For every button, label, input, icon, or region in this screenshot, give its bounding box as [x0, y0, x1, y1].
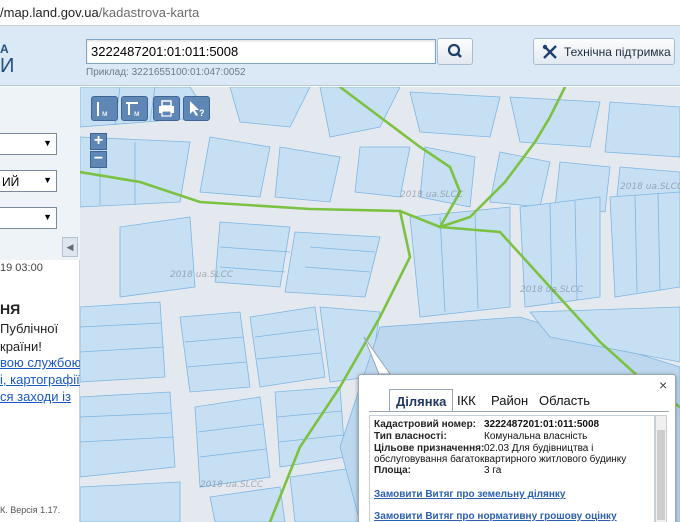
- svg-text:2018 ua.SLCC: 2018 ua.SLCC: [620, 182, 680, 192]
- tech-support-label: Технічна підтримка: [564, 45, 671, 59]
- svg-text:2018 ua.SLCC: 2018 ua.SLCC: [400, 190, 464, 200]
- news-text: країни!: [0, 339, 42, 354]
- tab-ikk[interactable]: ІКК: [451, 389, 482, 411]
- svg-text:м: м: [102, 109, 108, 118]
- news-link[interactable]: і, картографії: [0, 372, 80, 387]
- svg-text:2018 ua.SLCC: 2018 ua.SLCC: [170, 270, 234, 280]
- cadastral-number-label: Кадастровий номер:: [374, 419, 477, 430]
- news-date: 19 03:00: [0, 262, 43, 274]
- ownership-label: Тип власності:: [374, 431, 447, 442]
- layer-dropdown-2[interactable]: ИЙ ▼: [0, 170, 57, 192]
- tech-support-button[interactable]: Технічна підтримка: [533, 38, 675, 65]
- parcel-details: Кадастровий номер: 3222487201:01:011:500…: [369, 415, 655, 522]
- search-icon: [447, 43, 462, 58]
- dropdown-arrow-icon: ▼: [43, 138, 52, 148]
- measure-area-button[interactable]: м: [121, 96, 148, 121]
- measure-distance-button[interactable]: м: [91, 96, 118, 121]
- search-button[interactable]: [437, 38, 473, 65]
- tab-parcel[interactable]: Ділянка: [389, 389, 454, 411]
- order-parcel-extract-link[interactable]: Замовити Витяг про земельну ділянку: [374, 489, 565, 500]
- svg-text:2018 ua.SLCC: 2018 ua.SLCC: [520, 285, 584, 295]
- area-value: 3 га: [484, 465, 502, 476]
- order-valuation-extract-link[interactable]: Замовити Витяг про нормативну грошову оц…: [374, 511, 617, 522]
- dropdown-arrow-icon: ▼: [43, 212, 52, 222]
- identify-button[interactable]: ?: [183, 96, 210, 121]
- news-title: НЯ: [0, 301, 21, 317]
- logo-text-large: И: [0, 55, 15, 77]
- layer-dropdown-1[interactable]: ▼: [0, 133, 57, 155]
- layer-dropdown-3[interactable]: ▼: [0, 207, 57, 229]
- cadastral-number-value: 3222487201:01:011:5008: [484, 419, 600, 430]
- collapse-sidebar-button[interactable]: ◀: [62, 237, 78, 257]
- popup-scrollbar[interactable]: [655, 415, 667, 522]
- tab-underline: [369, 411, 669, 412]
- version-footer: К. Версія 1.17.: [0, 505, 61, 515]
- tab-region[interactable]: Область: [533, 389, 596, 411]
- svg-text:2018 ua.SLCC: 2018 ua.SLCC: [200, 480, 264, 490]
- sidebar: ▼ ИЙ ▼ ▼ ◀ 19 03:00 НЯ Публічної країни! …: [0, 87, 81, 522]
- news-link[interactable]: вою службою: [0, 355, 81, 370]
- logo-text: А: [0, 42, 9, 56]
- area-label: Площа:: [374, 465, 411, 476]
- cadastral-search-input[interactable]: [86, 39, 436, 64]
- zoom-out-button[interactable]: −: [90, 151, 107, 168]
- tools-icon: [542, 44, 557, 59]
- ownership-value: Комунальна власність: [484, 431, 588, 442]
- printer-icon: [159, 100, 174, 117]
- dropdown-arrow-icon: ▼: [43, 175, 52, 185]
- tab-district[interactable]: Район: [485, 389, 534, 411]
- purpose-value: 02.03 Для будівництва і: [484, 443, 594, 454]
- ruler-area-icon: м: [126, 102, 140, 118]
- news-text: Публічної: [0, 321, 59, 336]
- scrollbar-thumb[interactable]: [657, 430, 665, 520]
- svg-text:?: ?: [199, 108, 205, 118]
- browser-address-bar[interactable]: /map.land.gov.ua/kadastrova-karta: [0, 0, 680, 26]
- purpose-label: Цільове призначення:: [374, 443, 485, 454]
- url-host: /map.land.gov.ua: [0, 5, 99, 20]
- cadastral-map[interactable]: 2018 ua.SLCC 2018 ua.SLCC 2018 ua.SLCC 2…: [80, 87, 680, 522]
- site-header: А И Приклад: 3221655100:01:047:0052 Техн…: [0, 26, 680, 86]
- purpose-value-cont: обслуговування багатоквартирного житлово…: [374, 454, 627, 465]
- cursor-question-icon: ?: [190, 101, 205, 118]
- svg-text:м: м: [134, 109, 140, 118]
- zoom-in-button[interactable]: +: [90, 133, 107, 150]
- news-link[interactable]: ся заходи із: [0, 389, 76, 404]
- dropdown-value: ИЙ: [2, 175, 20, 189]
- search-example: Приклад: 3221655100:01:047:0052: [86, 67, 246, 78]
- ruler-distance-icon: м: [97, 102, 108, 118]
- parcel-info-popup: × Ділянка ІКК Район Область Кадастровий …: [358, 374, 676, 522]
- url-path: /kadastrova-karta: [98, 5, 200, 20]
- print-button[interactable]: [153, 96, 180, 121]
- close-icon[interactable]: ×: [659, 377, 667, 393]
- sidebar-filters: ▼ ИЙ ▼ ▼ ◀: [0, 87, 80, 260]
